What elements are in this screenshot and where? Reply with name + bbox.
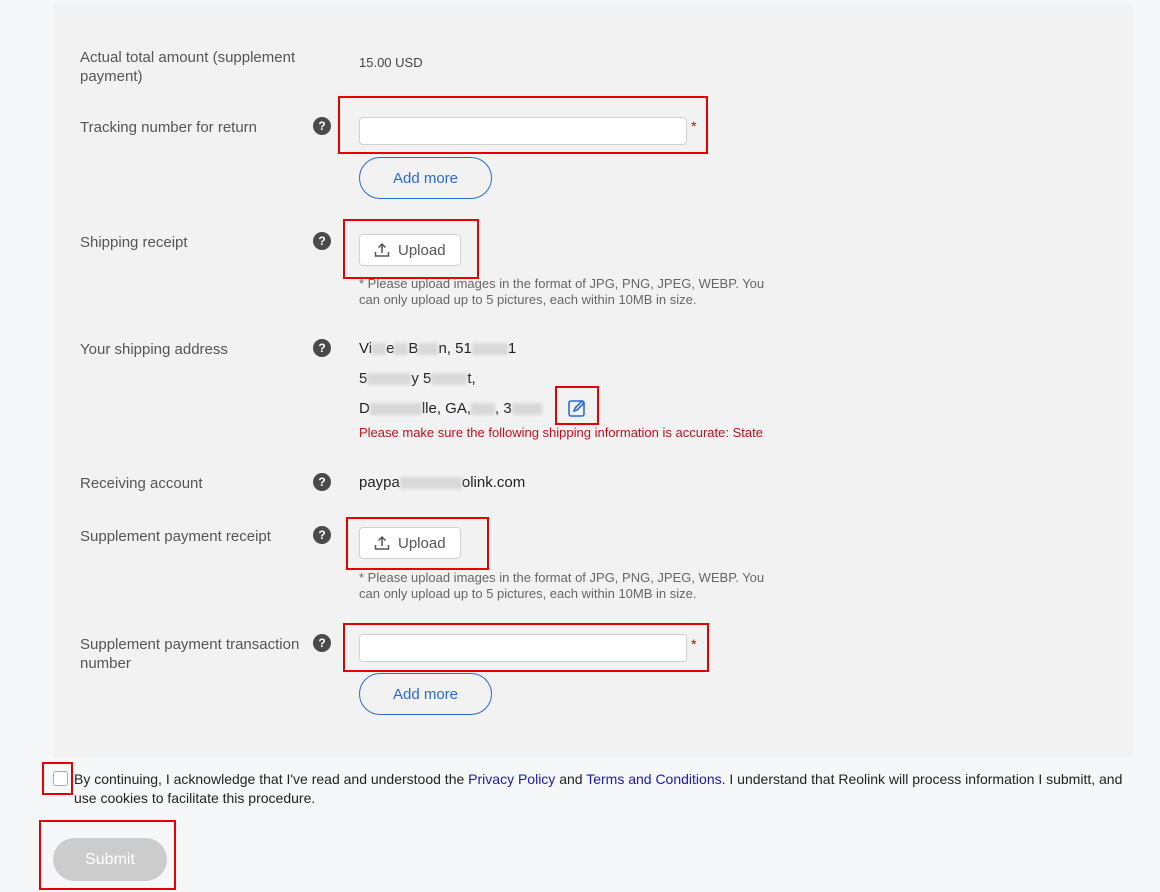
help-icon[interactable]: ? xyxy=(313,339,331,357)
upload-hint: * Please upload images in the format of … xyxy=(359,276,765,307)
submit-button[interactable]: Submit xyxy=(53,838,167,881)
transaction-number-label: Supplement payment transaction number xyxy=(80,636,300,672)
account-text: olink.com xyxy=(461,474,526,491)
edit-address-button[interactable] xyxy=(567,398,587,423)
help-icon[interactable]: ? xyxy=(313,634,331,652)
address-line-2: 5 y 5 t, xyxy=(359,370,476,387)
required-mark: * xyxy=(691,636,697,652)
receiving-account-value: paypa olink.com xyxy=(359,474,525,491)
address-text: n, 51 xyxy=(438,340,472,357)
address-text: Vi xyxy=(359,340,373,357)
upload-label: Upload xyxy=(398,534,446,552)
upload-icon xyxy=(374,535,390,550)
address-text: t, xyxy=(467,370,476,387)
address-text: D xyxy=(359,400,370,417)
actual-total-value: 15.00 USD xyxy=(359,55,423,70)
transaction-add-more-button[interactable]: Add more xyxy=(359,673,492,715)
help-icon[interactable]: ? xyxy=(313,526,331,544)
redacted xyxy=(471,343,508,356)
consent-text-part: By continuing, I acknowledge that I've r… xyxy=(74,771,469,787)
address-text: y 5 xyxy=(411,370,432,387)
help-icon[interactable]: ? xyxy=(313,117,331,135)
tracking-number-input[interactable] xyxy=(359,117,687,145)
redacted xyxy=(367,373,412,386)
receiving-account-label: Receiving account xyxy=(80,475,203,492)
address-text: 5 xyxy=(359,370,368,387)
redacted xyxy=(471,403,496,416)
address-text: 1 xyxy=(507,340,517,357)
shipping-receipt-label: Shipping receipt xyxy=(80,234,188,251)
redacted xyxy=(372,343,387,356)
address-text: lle, GA, xyxy=(421,400,472,417)
redacted xyxy=(394,343,409,356)
supplement-receipt-upload-button[interactable]: Upload xyxy=(359,527,461,559)
privacy-policy-link[interactable]: Privacy Policy xyxy=(468,771,555,787)
upload-icon xyxy=(374,242,390,257)
shipping-address-label: Your shipping address xyxy=(80,341,228,358)
transaction-number-input[interactable] xyxy=(359,634,687,662)
address-line-3: Dlle, GA, , 3 xyxy=(359,400,542,417)
edit-icon xyxy=(568,399,586,417)
tracking-add-more-button[interactable]: Add more xyxy=(359,157,492,199)
upload-hint: * Please upload images in the format of … xyxy=(359,570,765,601)
redacted xyxy=(431,373,468,386)
redacted xyxy=(418,343,439,356)
address-text: B xyxy=(408,340,419,357)
actual-total-label: Actual total amount (supplement payment) xyxy=(80,49,296,85)
redacted xyxy=(399,477,462,490)
help-icon[interactable]: ? xyxy=(313,232,331,250)
help-icon[interactable]: ? xyxy=(313,473,331,491)
address-line-1: Vi e Bn, 51 1 xyxy=(359,340,516,357)
address-warning: Please make sure the following shipping … xyxy=(359,425,763,440)
consent-text-part: and xyxy=(555,771,587,787)
consent-checkbox[interactable] xyxy=(53,771,68,786)
redacted xyxy=(369,403,422,416)
address-text: e xyxy=(386,340,395,357)
terms-link[interactable]: Terms and Conditions xyxy=(586,771,721,787)
account-text: paypa xyxy=(359,474,400,491)
shipping-receipt-upload-button[interactable]: Upload xyxy=(359,234,461,266)
supplement-receipt-label: Supplement payment receipt xyxy=(80,528,271,545)
consent-text: By continuing, I acknowledge that I've r… xyxy=(74,770,1134,808)
address-text: , 3 xyxy=(495,400,512,417)
upload-label: Upload xyxy=(398,241,446,259)
redacted xyxy=(511,403,542,416)
required-mark: * xyxy=(691,118,697,134)
tracking-label: Tracking number for return xyxy=(80,119,258,136)
